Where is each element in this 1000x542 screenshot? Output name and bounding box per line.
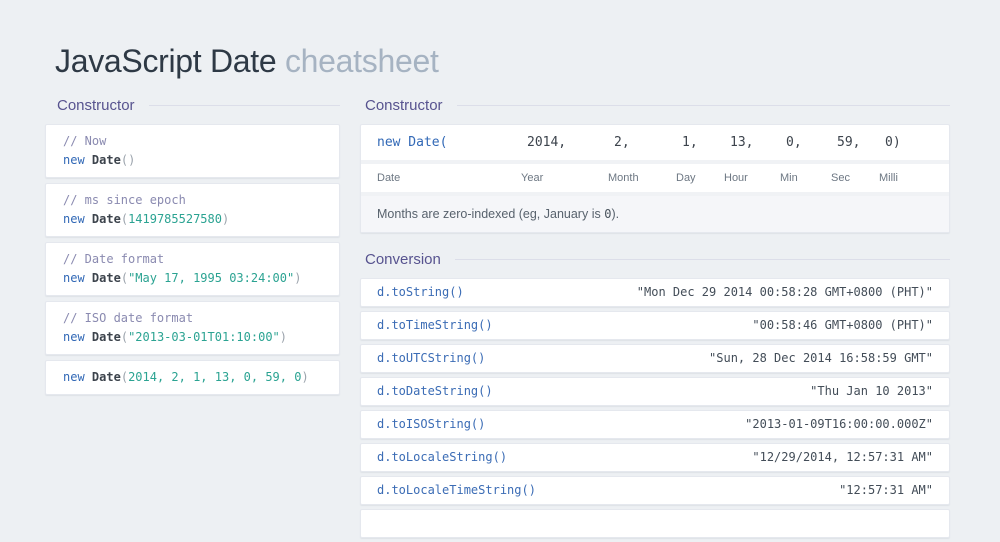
note-text-end: ). [611,207,620,221]
method-name: d.toTimeString() [377,318,493,332]
conversion-row-tostring: d.toString() "Mon Dec 29 2014 00:58:28 G… [360,278,950,307]
conversion-row-tolocaletimestring: d.toLocaleTimeString() "12:57:31 AM" [360,476,950,505]
keyword-new: new [63,370,85,384]
keyword-new: new [63,330,85,344]
right-column: Constructor new Date( 2014, 2, 1, 13, 0,… [360,96,950,542]
code-block-args: new Date(2014, 2, 1, 13, 0, 59, 0) [45,360,340,395]
method-name: d.toLocaleTimeString() [377,483,536,497]
open-paren: ( [120,330,129,344]
left-constructor-heading-label: Constructor [57,96,135,114]
method-result: "Thu Jan 10 2013" [810,384,933,398]
function-date: Date [91,153,121,167]
method-result: "12:57:31 AM" [839,483,933,497]
code-line: new Date(1419785527580) [63,210,322,229]
conversion-heading-label: Conversion [365,250,441,268]
conversion-row-partial [360,509,950,538]
constructor-table: new Date( 2014, 2, 1, 13, 0, 59, 0) Date… [360,124,950,233]
keyword-new: new [63,212,85,226]
code-line: new Date() [63,151,322,170]
keyword-new: new [63,271,85,285]
label-month: Month [608,172,639,184]
conversion-row-tolocalestring: d.toLocaleString() "12/29/2014, 12:57:31… [360,443,950,472]
close-paren: ) [294,271,302,285]
left-constructor-heading: Constructor [45,96,340,114]
label-date: Date [377,172,401,184]
label-sec: Sec [831,172,850,184]
note-text: Months are zero-indexed (eg, January is [377,207,605,221]
method-result: "2013-01-09T16:00:00.000Z" [745,417,933,431]
heading-rule [456,104,950,106]
value-month: 2, [614,135,630,150]
open-paren: ( [120,271,129,285]
close-paren: ) [279,330,288,344]
conversion-heading: Conversion [360,250,950,268]
heading-rule [148,104,340,106]
code-block-iso-format: // ISO date format new Date("2013-03-01T… [45,301,340,355]
method-result: "00:58:46 GMT+0800 (PHT)" [752,318,933,332]
right-constructor-heading: Constructor [360,96,950,114]
value-hour: 13, [730,135,754,150]
conversion-row-totimestring: d.toTimeString() "00:58:46 GMT+0800 (PHT… [360,311,950,340]
code-literal: 1419785527580 [128,212,222,226]
open-paren: ( [120,370,129,384]
label-year: Year [521,172,544,184]
function-date: Date [91,212,121,226]
heading-rule [454,258,950,260]
close-paren: ) [128,153,136,167]
value-day: 1, [682,135,698,150]
page-title-primary: JavaScript Date [55,43,277,80]
code-block-epoch: // ms since epoch new Date(1419785527580… [45,183,340,237]
code-line: new Date(2014, 2, 1, 13, 0, 59, 0) [63,368,322,387]
close-paren: ) [301,370,309,384]
conversion-row-toutcstring: d.toUTCString() "Sun, 28 Dec 2014 16:58:… [360,344,950,373]
keyword-new: new [63,153,85,167]
label-min: Min [780,172,798,184]
method-name: d.toString() [377,285,464,299]
method-name: d.toDateString() [377,384,493,398]
open-paren: ( [120,212,129,226]
close-paren: ) [221,212,230,226]
code-line: new Date("May 17, 1995 03:24:00") [63,269,322,288]
method-result: "Sun, 28 Dec 2014 16:58:59 GMT" [709,351,933,365]
constructor-values-row: new Date( 2014, 2, 1, 13, 0, 59, 0) [361,125,949,160]
label-hour: Hour [724,172,748,184]
value-milli: 0) [885,135,901,150]
method-result: "Mon Dec 29 2014 00:58:28 GMT+0800 (PHT)… [636,285,933,299]
function-date: Date [91,271,121,285]
code-literal: 2014, 2, 1, 13, 0, 59, 0 [128,370,302,384]
function-date: Date [91,370,121,384]
code-comment: // Now [63,134,107,148]
left-column: Constructor // Now new Date() // ms sinc… [45,96,340,400]
value-sec: 59, [837,135,861,150]
right-constructor-heading-label: Constructor [365,96,443,114]
open-paren: ( [120,153,129,167]
zero-indexed-note: Months are zero-indexed (eg, January is … [361,192,949,232]
method-name: d.toLocaleString() [377,450,508,464]
page-title-secondary: cheatsheet [284,43,439,80]
code-line: new Date("2013-03-01T01:10:00") [63,328,322,347]
code-literal: "May 17, 1995 03:24:00" [128,271,295,285]
value-year: 2014, [527,135,567,150]
code-literal: "2013-03-01T01:10:00" [128,330,280,344]
function-date: Date [91,330,121,344]
label-milli: Milli [879,172,898,184]
page-title: JavaScript Date cheatsheet [55,43,439,80]
value-min: 0, [786,135,802,150]
conversion-row-toisostring: d.toISOString() "2013-01-09T16:00:00.000… [360,410,950,439]
constructor-labels-row: Date Year Month Day Hour Min Sec Milli [361,160,949,192]
method-name: d.toUTCString() [377,351,486,365]
code-comment: // Date format [63,252,165,266]
code-comment: // ms since epoch [63,193,186,207]
constructor-signature: new Date( [377,135,448,150]
code-block-date-format: // Date format new Date("May 17, 1995 03… [45,242,340,296]
method-name: d.toISOString() [377,417,486,431]
label-day: Day [676,172,696,184]
method-result: "12/29/2014, 12:57:31 AM" [752,450,933,464]
code-block-now: // Now new Date() [45,124,340,178]
conversion-row-todatestring: d.toDateString() "Thu Jan 10 2013" [360,377,950,406]
code-comment: // ISO date format [63,311,194,325]
